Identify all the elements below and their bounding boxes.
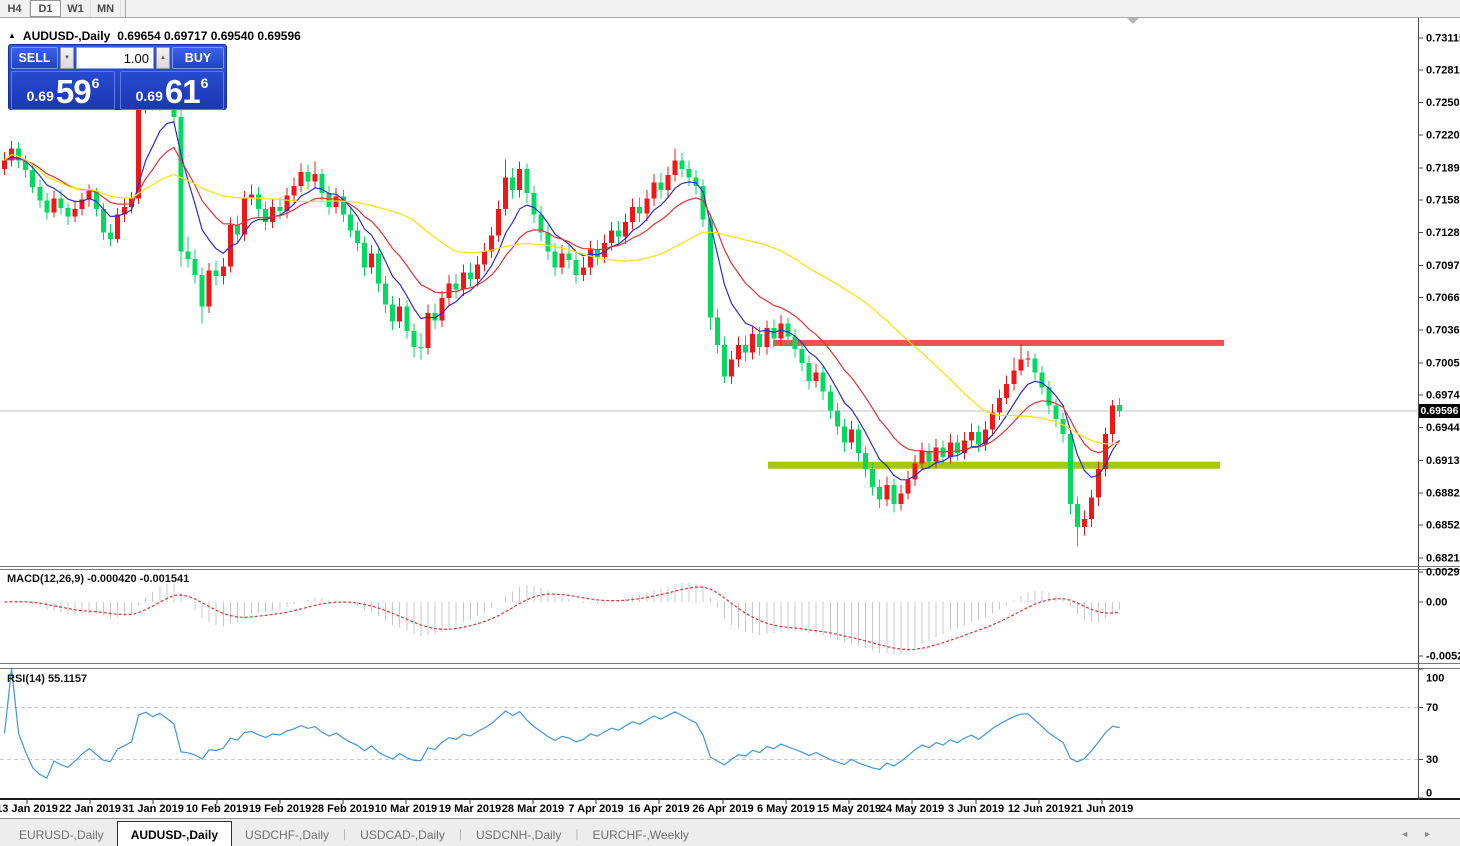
rsi-axis-label: 100	[1426, 673, 1444, 685]
date-axis-label: 13 Jan 2019	[0, 803, 58, 815]
date-axis-label: 19 Feb 2019	[249, 803, 311, 815]
price-axis-label: 0.70970	[1426, 260, 1460, 272]
sell-price-prefix: 0.69	[27, 88, 54, 104]
chevron-up-icon: ▲	[160, 55, 166, 61]
buy-price-pipette: 6	[201, 75, 209, 91]
date-axis-label: 3 Jun 2019	[948, 803, 1004, 815]
rsi-axis-label: 70	[1426, 702, 1438, 714]
timeframe-buttons: H4D1W1MN	[0, 0, 121, 17]
buy-price-prefix: 0.69	[136, 88, 163, 104]
price-axis-label: 0.72810	[1426, 65, 1460, 77]
chart-title: ▲ AUDUSD-,Daily 0.69654 0.69717 0.69540 …	[8, 29, 301, 43]
timeframe-toolbar: H4D1W1MN	[0, 0, 1460, 18]
tab-eurusd-daily[interactable]: EURUSD-,Daily	[6, 824, 117, 846]
price-axis-label: 0.70665	[1426, 292, 1460, 304]
chart-canvas[interactable]: 0.73115 0.72810 0.72505 0.72200 0.71890 0.715…	[0, 0, 1460, 846]
macd-axis-label: 0.00	[1426, 597, 1447, 609]
tab-usdchf-daily[interactable]: USDCHF-,Daily	[232, 824, 342, 846]
volume-field-wrap	[76, 47, 154, 69]
buy-price-display[interactable]: 0.69 61 6	[120, 71, 224, 110]
date-axis-label: 6 May 2019	[757, 803, 815, 815]
buy-price-big: 61	[165, 73, 200, 110]
current-price-badge: 0.69596	[1419, 404, 1460, 418]
tab-audusd-daily[interactable]: AUDUSD-,Daily	[117, 821, 232, 846]
tab-usdcnh-daily[interactable]: USDCNH-,Daily	[463, 824, 574, 846]
price-axis-label: 0.70360	[1426, 325, 1460, 337]
support-line[interactable]	[768, 462, 1220, 469]
tabs-scroll-right-icon[interactable]: ►	[1423, 829, 1432, 839]
date-axis-label: 12 Jun 2019	[1008, 803, 1070, 815]
chart-ohlc-values: 0.69654 0.69717 0.69540 0.69596	[117, 29, 301, 43]
date-axis-label: 19 Mar 2019	[439, 803, 501, 815]
price-axis-label: 0.69745	[1426, 390, 1460, 402]
date-axis-label: 15 May 2019	[817, 803, 881, 815]
rsi-axis-label: 30	[1426, 754, 1438, 766]
rsi-indicator-label: RSI(14) 55.1157	[7, 673, 87, 685]
sell-price-display[interactable]: 0.69 59 6	[11, 71, 115, 110]
chevron-down-icon: ▼	[64, 55, 70, 61]
price-axis-label: 0.69130	[1426, 455, 1460, 467]
sell-price-big: 59	[56, 73, 91, 110]
price-axis-label: 0.68520	[1426, 520, 1460, 532]
price-axis-label: 0.69440	[1426, 422, 1460, 434]
rsi-axis-label: 0	[1426, 788, 1432, 800]
macd-indicator-label: MACD(12,26,9) -0.000420 -0.001541	[7, 573, 189, 585]
date-axis-label: 21 Jun 2019	[1071, 803, 1133, 815]
chart-tab-bar: EURUSD-,DailyAUDUSD-,DailyUSDCHF-,Daily|…	[0, 818, 1460, 846]
sell-price-pipette: 6	[92, 75, 100, 91]
resistance-line[interactable]	[773, 340, 1224, 346]
price-axis-label: 0.71890	[1426, 162, 1460, 174]
price-axis-label: 0.71280	[1426, 227, 1460, 239]
volume-increase-button[interactable]: ▲	[156, 47, 170, 69]
date-axis-label: 10 Mar 2019	[375, 803, 437, 815]
macd-axis-label: 0.002984	[1426, 567, 1460, 579]
one-click-trading-panel: SELL ▼ ▲ BUY 0.69 59 6 0.69 61 6	[8, 44, 227, 110]
timeframe-button-w1[interactable]: W1	[61, 0, 91, 17]
price-axis-label: 0.72200	[1426, 129, 1460, 141]
trading-platform-window: H4D1W1MN 0.731150.728100.725050.722000.7…	[0, 0, 1460, 846]
macd-axis-label: -0.005256	[1426, 651, 1460, 663]
timeframe-button-h4[interactable]: H4	[0, 0, 30, 17]
date-axis-label: 26 Apr 2019	[692, 803, 753, 815]
price-axis-label: 0.71585	[1426, 195, 1460, 207]
volume-input[interactable]	[77, 48, 153, 68]
panel-collapse-icon[interactable]: ▲	[8, 32, 16, 40]
tab-eurchf-weekly[interactable]: EURCHF-,Weekly	[579, 824, 701, 846]
price-axis-label: 0.68825	[1426, 487, 1460, 499]
tab-usdcad-daily[interactable]: USDCAD-,Daily	[347, 824, 458, 846]
date-axis-label: 24 May 2019	[880, 803, 944, 815]
volume-decrease-button[interactable]: ▼	[60, 47, 74, 69]
timeframe-button-d1[interactable]: D1	[30, 0, 61, 17]
price-axis-label: 0.72505	[1426, 97, 1460, 109]
tabs-scroll-left-icon[interactable]: ◄	[1400, 829, 1409, 839]
date-axis-label: 28 Mar 2019	[502, 803, 564, 815]
price-axis-label: 0.73115	[1426, 32, 1460, 44]
buy-button[interactable]: BUY	[172, 47, 224, 69]
chart-symbol-label: AUDUSD-,Daily	[23, 29, 110, 43]
toolbar-divider	[125, 0, 126, 17]
chart-tabs: EURUSD-,DailyAUDUSD-,DailyUSDCHF-,Daily|…	[0, 821, 702, 846]
date-axis-label: 7 Apr 2019	[568, 803, 623, 815]
date-axis-label: 10 Feb 2019	[186, 803, 248, 815]
price-axis-label: 0.68210	[1426, 552, 1460, 564]
date-axis-label: 31 Jan 2019	[122, 803, 184, 815]
price-axis-label: 0.70050	[1426, 357, 1460, 369]
timeframe-button-mn[interactable]: MN	[91, 0, 121, 17]
date-axis-label: 22 Jan 2019	[59, 803, 121, 815]
date-axis-label: 16 Apr 2019	[628, 803, 689, 815]
date-axis-label: 28 Feb 2019	[312, 803, 374, 815]
sell-button[interactable]: SELL	[11, 47, 58, 69]
